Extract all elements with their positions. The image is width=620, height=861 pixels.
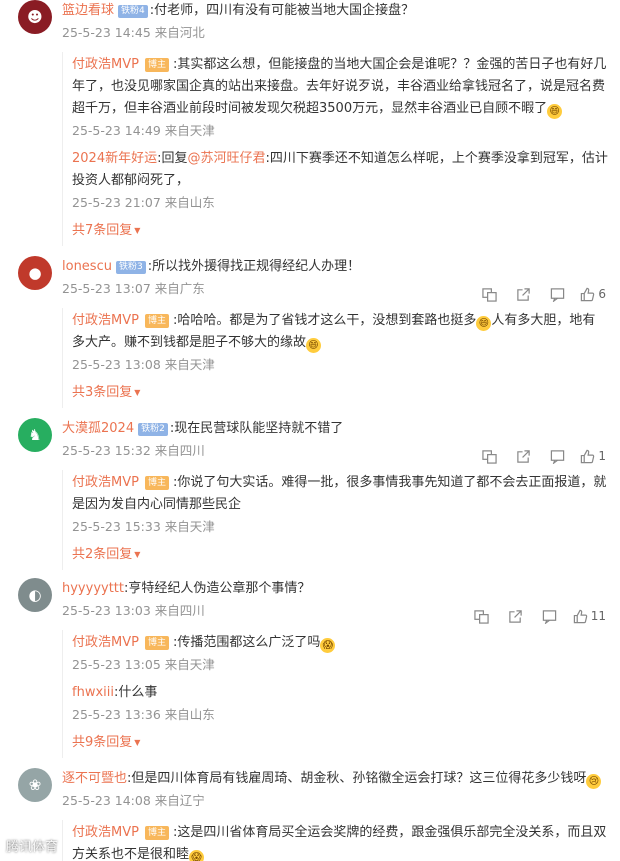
translate-icon xyxy=(482,287,497,302)
user-name[interactable]: 大漠孤2024 xyxy=(62,421,134,436)
comment-item: ☻ 篮边看球 铁粉4:付老师，四川有没有可能被当地大国企接盘？ 25-5-23 1… xyxy=(0,0,620,248)
grin-emoji-icon: 😄 xyxy=(547,104,563,119)
user-name[interactable]: 付政浩MVP xyxy=(72,635,139,650)
surprised-emoji-icon: 😱 xyxy=(189,850,205,861)
translate-icon xyxy=(482,449,497,464)
user-name[interactable]: 2024新年好运 xyxy=(72,151,157,166)
comment-item: ♞ 大漠孤2024 铁粉2:现在民营球队能坚持就不错了 25-5-23 15:32… xyxy=(0,418,620,572)
comment-button[interactable] xyxy=(533,606,567,626)
user-name[interactable]: 付政浩MVP xyxy=(72,57,139,72)
crying-emoji-icon: 😢 xyxy=(586,774,602,789)
comment-icon xyxy=(543,609,557,624)
comment-icon xyxy=(550,287,565,302)
reply-item: 付政浩MVP 博主:其实都这么想，但能接盘的当地大国企会是谁呢？？金强的苦日子也有… xyxy=(72,57,607,138)
share-icon xyxy=(517,287,530,301)
more-replies-link[interactable]: 共2条回复 ▼ xyxy=(72,544,608,566)
user-name[interactable]: 篮边看球 xyxy=(62,3,114,18)
caret-down-icon: ▼ xyxy=(134,388,141,397)
user-name[interactable]: hyyyyyttt xyxy=(62,581,124,596)
reply-item: 付政浩MVP 博主:这是四川省体育局买全运会奖牌的经费，跟金强俱乐部完全没关系，而… xyxy=(72,822,608,861)
blogger-badge: 博主 xyxy=(144,314,169,328)
fan-badge: 铁粉2 xyxy=(138,423,168,436)
caret-down-icon: ▼ xyxy=(134,738,141,747)
avatar[interactable]: ● xyxy=(18,256,52,290)
comment-text: lonescu 铁粉3:所以找外援得找正规得经纪人办理！ xyxy=(62,259,361,274)
avatar[interactable]: ◐ xyxy=(18,578,52,612)
user-name[interactable]: lonescu xyxy=(62,259,112,274)
avatar[interactable]: ❀ xyxy=(18,768,52,802)
like-icon xyxy=(581,449,595,463)
share-button[interactable] xyxy=(506,284,540,304)
reply-thread: 付政浩MVP 博主:传播范围都这么广泛了吗 😱 25-5-23 13:05 来自天津 … xyxy=(62,628,608,760)
reply-item: fhwxiii:什么事 25-5-23 13:36 来自山东 xyxy=(72,685,215,722)
comment-text: hyyyyyttt:亨特经纪人伪造公章那个事情？ xyxy=(62,581,311,596)
blogger-badge: 博主 xyxy=(144,476,169,490)
comment-item: ❀ 逐不可暨也:但是四川体育局有钱雇周琦、胡金秋、孙铭徽全运会打球？这三位得花多… xyxy=(0,768,620,861)
like-icon xyxy=(581,287,595,301)
comment-item: ◐ hyyyyyttt:亨特经纪人伪造公章那个事情？ 25-5-23 13:03… xyxy=(0,578,620,760)
blogger-badge: 博主 xyxy=(144,58,169,72)
user-name[interactable]: 付政浩MVP xyxy=(72,313,139,328)
comment-text: 大漠孤2024 铁粉2:现在民营球队能坚持就不错了 xyxy=(62,421,344,436)
more-replies-link[interactable]: 共9条回复 ▼ xyxy=(72,732,608,754)
blogger-badge: 博主 xyxy=(144,826,169,840)
mention-link[interactable]: @苏河旺仔君 xyxy=(187,151,265,166)
grin-emoji-icon: 😄 xyxy=(306,338,322,353)
fan-badge: 铁粉4 xyxy=(118,5,148,18)
comment-button[interactable] xyxy=(540,284,574,304)
like-button[interactable]: 11 xyxy=(567,606,606,626)
avatar[interactable]: ♞ xyxy=(18,418,52,452)
reply-thread: 付政浩MVP 博主:其实都这么想，但能接盘的当地大国企会是谁呢？？金强的苦日子也有… xyxy=(62,50,608,248)
caret-down-icon: ▼ xyxy=(134,226,141,235)
more-replies-link[interactable]: 共3条回复 ▼ xyxy=(72,382,608,404)
translate-button[interactable] xyxy=(465,606,499,626)
share-icon xyxy=(517,449,530,463)
grin-emoji-icon: 😄 xyxy=(476,316,492,331)
comment-actions: 1 xyxy=(472,446,606,466)
share-button[interactable] xyxy=(499,606,533,626)
comment-actions: 6 xyxy=(472,284,606,304)
like-button[interactable]: 6 xyxy=(574,284,606,304)
user-name[interactable]: fhwxiii xyxy=(72,685,114,700)
reply-thread: 付政浩MVP 博主:你说了句大实话。难得一批，很多事情我事先知道了都不会去正面报道… xyxy=(62,468,608,572)
reply-item: 付政浩MVP 博主:你说了句大实话。难得一批，很多事情我事先知道了都不会去正面报道… xyxy=(72,475,607,534)
like-count: 11 xyxy=(590,609,606,623)
like-button[interactable]: 1 xyxy=(574,446,606,466)
avatar[interactable]: ☻ xyxy=(18,0,52,34)
like-count: 6 xyxy=(598,287,606,301)
user-name[interactable]: 付政浩MVP xyxy=(72,475,139,490)
comment-button[interactable] xyxy=(540,446,574,466)
translate-button[interactable] xyxy=(472,284,506,304)
reply-item: 付政浩MVP 博主:传播范围都这么广泛了吗 😱 25-5-23 13:05 来自天津 xyxy=(72,632,608,676)
reply-item: 2024新年好运:回复@苏河旺仔君:四川下赛季还不知道怎么样呢，上个赛季没拿到冠… xyxy=(72,151,608,210)
caret-down-icon: ▼ xyxy=(134,550,141,559)
comment-text: 逐不可暨也:但是四川体育局有钱雇周琦、胡金秋、孙铭徽全运会打球？这三位得花多少钱… xyxy=(62,768,608,790)
fan-badge: 铁粉3 xyxy=(115,261,146,274)
translate-icon xyxy=(474,609,489,624)
comment-icon xyxy=(550,449,565,464)
more-replies-link[interactable]: 共7条回复 ▼ xyxy=(72,220,608,242)
like-count: 1 xyxy=(598,449,606,463)
share-button[interactable] xyxy=(506,446,540,466)
comment-meta: 25-5-23 14:45 来自河北 xyxy=(62,25,205,40)
reply-thread: 付政浩MVP 博主:哈哈哈。都是为了省钱才这么干，没想到套路也挺多 😄 人有多大胆，地… xyxy=(62,306,608,410)
user-name[interactable]: 付政浩MVP xyxy=(72,825,139,840)
comment-meta: 25-5-23 14:08 来自辽宁 xyxy=(62,793,205,808)
reply-item: 付政浩MVP 博主:哈哈哈。都是为了省钱才这么干，没想到套路也挺多 😄 人有多大胆，地… xyxy=(72,313,596,372)
like-icon xyxy=(573,609,587,623)
blogger-badge: 博主 xyxy=(144,636,169,650)
comment-item: ● lonescu 铁粉3:所以找外援得找正规得经纪人办理！ 25-5-23 13… xyxy=(0,256,620,410)
share-icon xyxy=(509,609,522,623)
comment-actions: 11 xyxy=(465,606,606,626)
comment-text: 篮边看球 铁粉4:付老师，四川有没有可能被当地大国企接盘？ xyxy=(62,3,415,18)
surprised-emoji-icon: 😱 xyxy=(320,638,336,653)
watermark: 腾讯体育 xyxy=(6,840,59,855)
reply-thread: 付政浩MVP 博主:这是四川省体育局买全运会奖牌的经费，跟金强俱乐部完全没关系，而… xyxy=(62,818,608,861)
user-name[interactable]: 逐不可暨也 xyxy=(62,771,127,786)
translate-button[interactable] xyxy=(472,446,506,466)
